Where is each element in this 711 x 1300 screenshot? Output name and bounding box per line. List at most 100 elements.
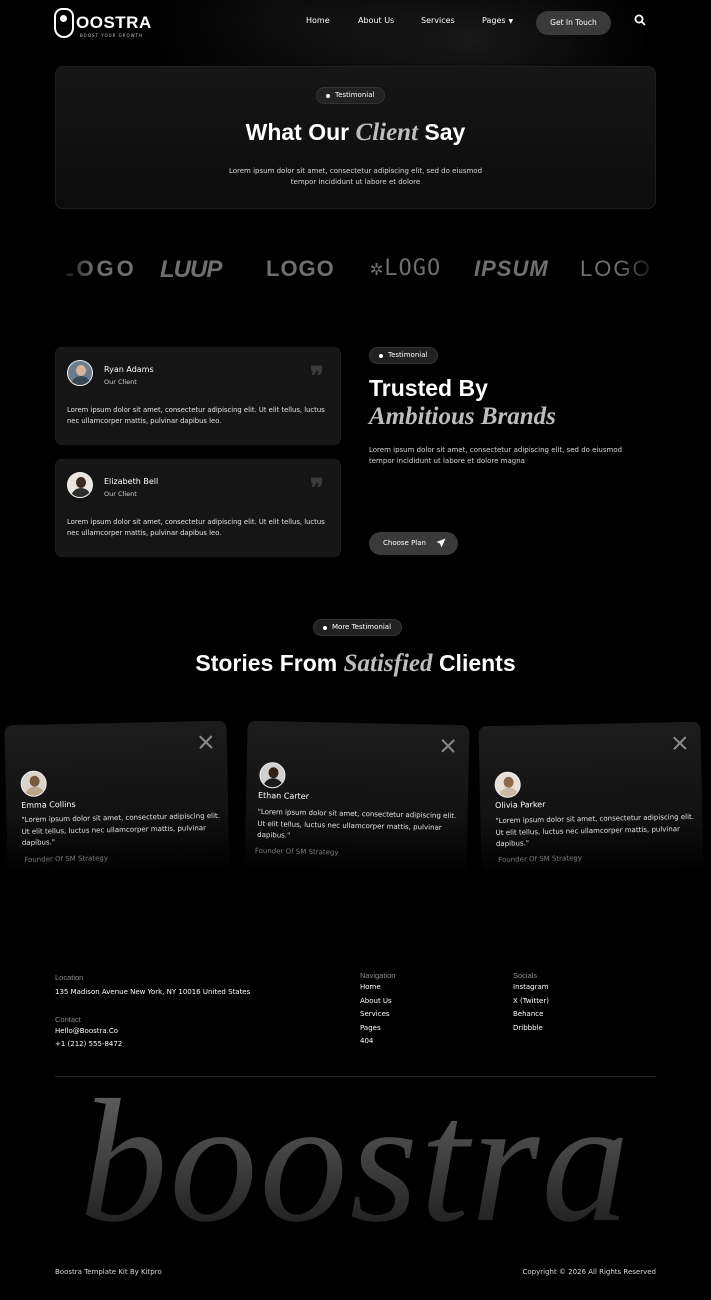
brand-logo[interactable]: OOSTRA BOOST YOUR GROWTH [54, 8, 152, 38]
contact-phone-link[interactable]: +1 (212) 555-8472 [55, 1038, 122, 1052]
testimonial-text: Lorem ipsum dolor sit amet, consectetur … [67, 406, 325, 425]
trusted-description: Lorem ipsum dolor sit amet, consectetur … [369, 446, 623, 465]
trusted-pill: Testimonial [369, 347, 439, 364]
avatar-body [498, 787, 520, 799]
footer-nav-services[interactable]: Services [360, 1008, 392, 1022]
nav-link-pages-label: Pages [482, 16, 506, 25]
trusted-title-line1: Trusted By [369, 375, 488, 401]
avatar [20, 770, 47, 798]
x-twitter-icon[interactable] [673, 736, 687, 750]
x-twitter-icon[interactable] [441, 739, 455, 753]
footer-nav-list: Home About Us Services Pages 404 [360, 981, 392, 1049]
hero-description: Lorem ipsum dolor sit amet, consectetur … [0, 166, 711, 188]
trusted-title: Trusted By Ambitious Brands [369, 374, 556, 431]
footer-nav-about[interactable]: About Us [360, 995, 392, 1009]
avatar-body [71, 376, 91, 385]
testimonial-name: Ryan Adams [104, 365, 154, 374]
stories-title-italic: Satisfied [343, 650, 433, 677]
brand-logo-4-text: LOGO [384, 256, 442, 281]
story-role: Founder Of SM Strategy [24, 854, 109, 864]
testimonial-role: Our Client [104, 490, 137, 498]
logo-fade-right [620, 250, 660, 290]
avatar [67, 360, 93, 386]
story-name: Emma Collins [21, 799, 76, 811]
nav-link-about[interactable]: About Us [358, 16, 394, 25]
trusted-title-line2: Ambitious Brands [369, 403, 556, 430]
story-name: Olivia Parker [495, 799, 546, 811]
logo-fade-left [55, 250, 95, 290]
testimonial-role: Our Client [104, 378, 137, 386]
story-card: Olivia Parker "Lorem ipsum dolor sit ame… [478, 721, 704, 877]
copyright-text: Copyright © 2026 All Rights Reserved [522, 1268, 656, 1276]
avatar-head [503, 776, 514, 788]
logo-mark-icon [54, 8, 74, 38]
template-credit: Boostra Template Kit By Kitpro [55, 1268, 162, 1276]
logo-tagline: BOOST YOUR GROWTH [80, 33, 144, 38]
choose-plan-label: Choose Plan [383, 539, 426, 547]
social-dribbble-link[interactable]: Dribbble [513, 1022, 549, 1036]
testimonial-text: Lorem ipsum dolor sit amet, consectetur … [67, 518, 325, 537]
story-text: "Lorem ipsum dolor sit amet, consectetur… [495, 812, 695, 849]
search-icon[interactable] [634, 14, 646, 26]
more-testimonial-pill: More Testimonial [313, 619, 403, 636]
hero-title: What Our Client Say [0, 119, 711, 147]
avatar-head [29, 775, 40, 787]
location-address: 135 Madison Avenue New York, NY 10016 Un… [55, 988, 251, 996]
testimonial-pill: Testimonial [316, 87, 386, 104]
brand-logo-2: LUUP [160, 256, 222, 283]
hero-desc-line2: tempor incididunt ut labore et dolore [290, 178, 421, 186]
avatar [259, 761, 286, 789]
story-role: Founder Of SM Strategy [498, 854, 583, 864]
testimonial-card: Elizabeth Bell Our Client ❞ Lorem ipsum … [55, 459, 341, 557]
nav-link-home[interactable]: Home [306, 16, 330, 25]
social-instagram-link[interactable]: Instagram [513, 981, 549, 995]
brand-logo-3: LOGO [266, 256, 335, 281]
social-x-link[interactable]: X (Twitter) [513, 995, 549, 1009]
stories-title: Stories From Satisfied Clients [0, 650, 711, 678]
brand-logo-4-mark: ✲ [370, 256, 385, 281]
x-twitter-icon[interactable] [199, 735, 213, 749]
send-icon [436, 538, 446, 548]
story-role: Founder Of SM Strategy [254, 846, 339, 857]
stories-title-post: Clients [438, 650, 516, 676]
story-card: Emma Collins "Lorem ipsum dolor sit amet… [4, 720, 230, 876]
quote-icon: ❞ [310, 474, 324, 503]
stories-title-pre: Stories From [195, 650, 338, 676]
brand-logo-5: IPSUM [474, 256, 549, 281]
footer-nav-pages[interactable]: Pages [360, 1022, 392, 1036]
socials-heading: Socials [513, 971, 538, 980]
footer-nav-home[interactable]: Home [360, 981, 392, 995]
story-text: "Lorem ipsum dolor sit amet, consectetur… [257, 807, 457, 840]
nav-link-pages[interactable]: Pages ▼ [482, 16, 513, 25]
avatar-body [263, 778, 284, 789]
contact-email-link[interactable]: Hello@Boostra.Co [55, 1025, 118, 1039]
hero-title-post: Say [424, 119, 466, 145]
testimonial-card: Ryan Adams Our Client ❞ Lorem ipsum dolo… [55, 347, 341, 445]
nav-link-services[interactable]: Services [421, 16, 455, 25]
footer-socials-list: Instagram X (Twitter) Behance Dribbble [513, 981, 549, 1035]
footer-nav-404[interactable]: 404 [360, 1035, 392, 1049]
top-nav: OOSTRA BOOST YOUR GROWTH Home About Us S… [0, 0, 711, 46]
avatar-body [71, 488, 91, 497]
avatar-body [24, 786, 46, 798]
location-heading: Location [55, 973, 84, 982]
get-in-touch-button[interactable]: Get In Touch [536, 11, 611, 35]
contact-heading: Contact [55, 1015, 81, 1024]
avatar [67, 472, 93, 498]
brand-logo-4: ✲LOGO [370, 256, 441, 281]
story-text: "Lorem ipsum dolor sit amet, consectetur… [21, 811, 221, 848]
avatar [494, 771, 521, 799]
avatar-head [76, 365, 86, 376]
avatar-head [268, 767, 279, 779]
hero-title-italic: Client [355, 119, 419, 146]
testimonial-name: Elizabeth Bell [104, 477, 159, 486]
navigation-heading: Navigation [360, 971, 396, 980]
social-behance-link[interactable]: Behance [513, 1008, 549, 1022]
brand-logo-strip: LOGO LUUP LOGO ✲LOGO IPSUM LOGO [66, 254, 652, 288]
choose-plan-button[interactable]: Choose Plan [369, 532, 458, 555]
quote-icon: ❞ [310, 362, 324, 391]
story-name: Ethan Carter [257, 790, 310, 801]
avatar-head [76, 477, 86, 488]
footer-wordmark: boostra [0, 1062, 711, 1262]
hero-title-pre: What Our [245, 119, 350, 145]
